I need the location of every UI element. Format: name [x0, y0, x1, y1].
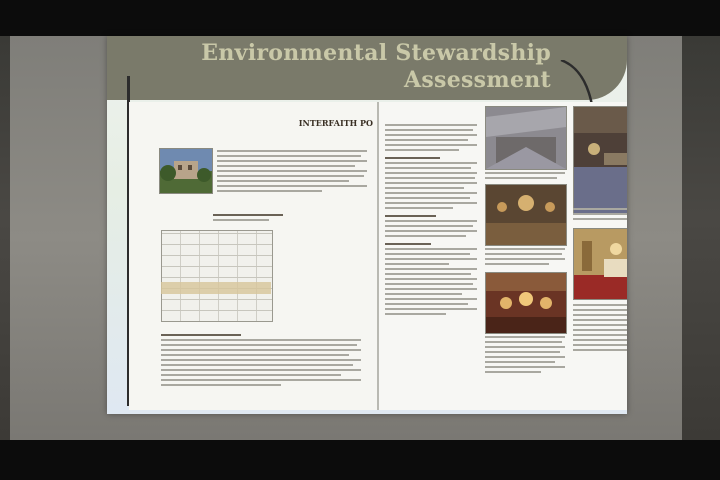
caption-2	[485, 248, 565, 268]
section-heading-line	[213, 214, 283, 224]
caption-1	[485, 172, 565, 182]
building-exterior-photo	[159, 148, 213, 194]
slide-title: Environmental Stewardship Assessment	[201, 40, 551, 93]
dining-room-photo	[573, 228, 627, 300]
chandelier-hall-photo	[485, 184, 567, 246]
interior-ceiling-photo	[485, 106, 567, 170]
projected-slide: Environmental Stewardship Assessment INT…	[107, 36, 627, 414]
table-highlight-row	[161, 282, 271, 294]
ornate-ceiling-photo	[485, 272, 567, 334]
title-banner: Environmental Stewardship Assessment	[107, 36, 627, 100]
caption-3	[573, 208, 627, 223]
bottom-paragraph	[161, 334, 361, 389]
document-heading-title: INTERFAITH PO	[298, 118, 373, 128]
caption-4	[485, 336, 565, 376]
ballroom-photo	[573, 106, 627, 214]
document-heading: INTERFAITH PO	[233, 118, 373, 128]
data-table	[161, 230, 273, 322]
document-page-right	[379, 102, 627, 410]
caption-5	[573, 304, 627, 354]
right-column-text	[385, 124, 477, 318]
intro-paragraph	[217, 150, 367, 195]
document-page-left: INTERFAITH PO	[129, 102, 377, 410]
